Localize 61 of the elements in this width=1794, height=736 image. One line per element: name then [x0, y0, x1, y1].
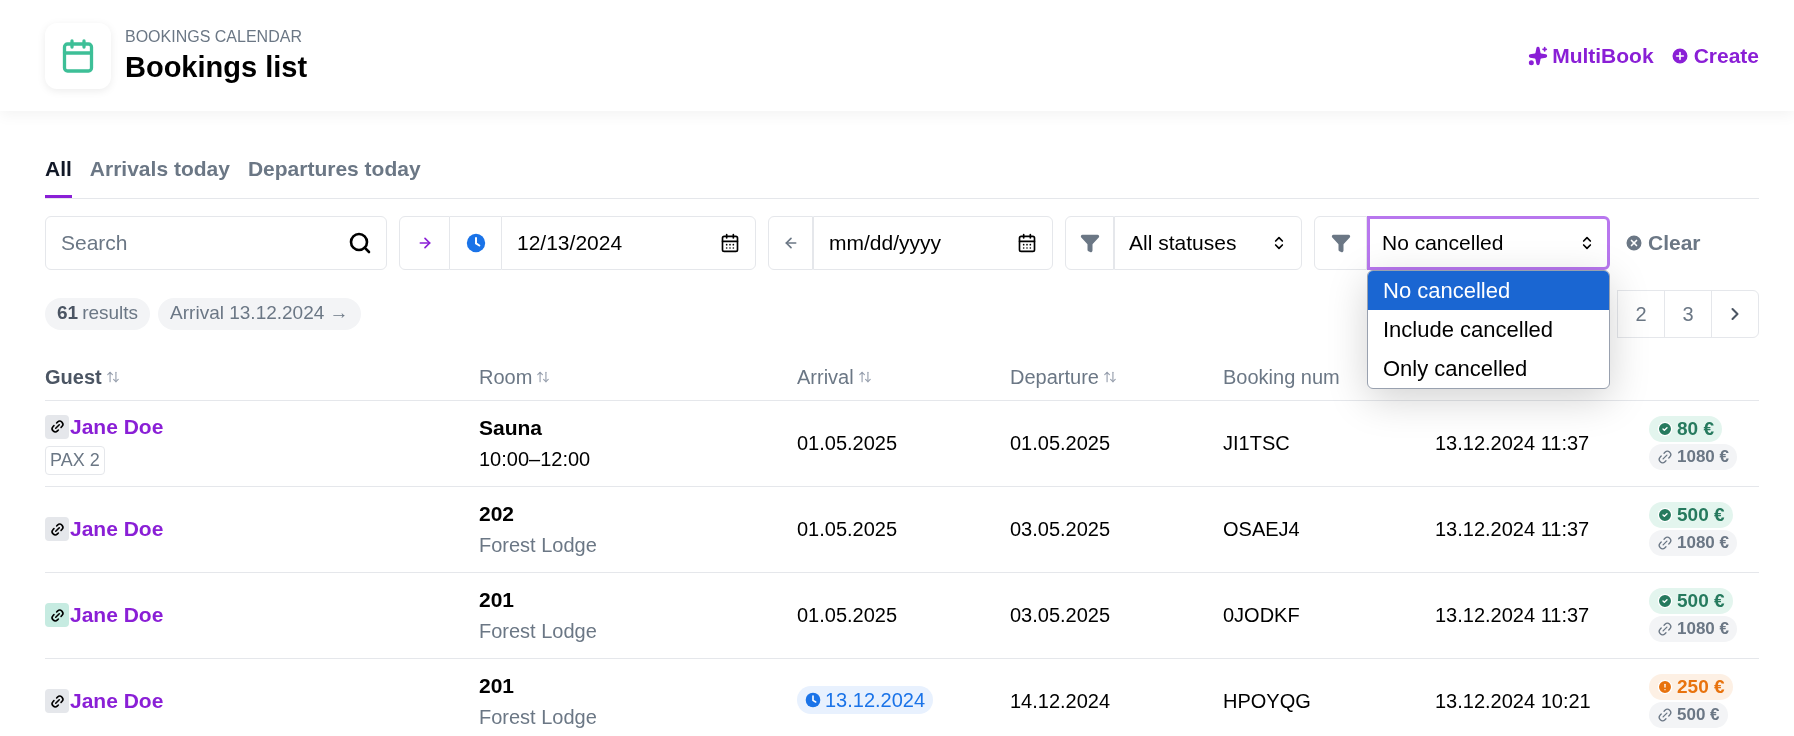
tab[interactable]: Departures today	[247, 153, 421, 198]
breadcrumb: BOOKINGS CALENDAR	[125, 27, 303, 48]
arrival-date: 01.05.2025	[797, 604, 898, 626]
status-select[interactable]: All statuses	[1114, 215, 1302, 270]
room-name: 201	[479, 673, 516, 700]
guest-link[interactable]: Jane Doe	[70, 410, 164, 443]
cancellation-select[interactable]: No cancelled	[1367, 215, 1610, 270]
price-badge: 250 €	[1649, 674, 1733, 700]
results-count: 61 results	[45, 297, 151, 330]
page-title: Bookings list	[125, 50, 308, 86]
room-detail: 10:00–12:00	[479, 446, 592, 472]
date-field[interactable]: 12/13/2024	[501, 215, 756, 270]
booking-number: 0JODKF	[1223, 603, 1301, 628]
room-name: 202	[479, 501, 516, 528]
departure-date: 03.05.2025	[1010, 517, 1112, 542]
page-button[interactable]: 3	[1664, 289, 1712, 338]
departure-date: 01.05.2025	[1010, 431, 1112, 456]
dropdown-option[interactable]: Include cancelled	[1368, 309, 1609, 349]
room-detail: Forest Lodge	[479, 618, 598, 644]
page-button[interactable]: 2	[1617, 289, 1665, 338]
guest-link[interactable]: Jane Doe	[70, 685, 164, 717]
date-field[interactable]: mm/dd/yyyy	[813, 215, 1053, 270]
room-name: 201	[479, 587, 516, 614]
room-name: Sauna	[479, 415, 544, 442]
departure-date: 03.05.2025	[1010, 603, 1112, 628]
created-date: 13.12.2024 11:37	[1435, 431, 1591, 456]
filter-chip[interactable]: Arrival 13.12.2024 →	[158, 297, 361, 330]
arrival-date: 01.05.2025	[797, 432, 898, 454]
column-header[interactable]: Room	[479, 361, 797, 392]
create-button[interactable]: Create	[1669, 39, 1759, 72]
clear-button[interactable]: Clear	[1624, 226, 1701, 259]
search-field[interactable]: Search	[45, 215, 387, 270]
guest-link[interactable]: Jane Doe	[70, 599, 164, 631]
tab[interactable]: Arrivals today	[89, 153, 230, 198]
multibook-button[interactable]: MultiBook	[1528, 39, 1654, 72]
room-detail: Forest Lodge	[479, 532, 598, 558]
total-price-tag: 1080 €	[1649, 616, 1737, 642]
dropdown-option[interactable]: No cancelled	[1368, 270, 1609, 310]
departure-date: 14.12.2024	[1010, 689, 1112, 714]
column-header[interactable]: Arrival	[797, 361, 1010, 392]
booking-number: JI1TSC	[1223, 431, 1291, 456]
pax-tag: PAX 2	[45, 446, 105, 476]
created-date: 13.12.2024 11:37	[1435, 603, 1591, 628]
booking-number: OSAEJ4	[1223, 517, 1301, 542]
column-header[interactable]: Departure	[1010, 361, 1223, 392]
tab[interactable]: All	[45, 153, 72, 198]
price-badge: 500 €	[1649, 502, 1733, 528]
arrival-date: 01.05.2025	[797, 518, 898, 540]
created-date: 13.12.2024 10:21	[1435, 689, 1592, 714]
price-badge: 80 €	[1649, 416, 1722, 442]
price-badge: 500 €	[1649, 588, 1733, 614]
room-detail: Forest Lodge	[479, 704, 598, 730]
booking-number: HPOYQG	[1223, 689, 1312, 714]
created-date: 13.12.2024 11:37	[1435, 517, 1591, 542]
total-price-tag: 500 €	[1649, 702, 1728, 728]
dropdown-option[interactable]: Only cancelled	[1368, 348, 1609, 388]
column-header[interactable]: Guest	[45, 361, 479, 392]
total-price-tag: 1080 €	[1649, 444, 1737, 470]
today-date-badge: 13.12.2024	[797, 686, 934, 714]
total-price-tag: 1080 €	[1649, 530, 1737, 556]
guest-link[interactable]: Jane Doe	[70, 513, 164, 545]
